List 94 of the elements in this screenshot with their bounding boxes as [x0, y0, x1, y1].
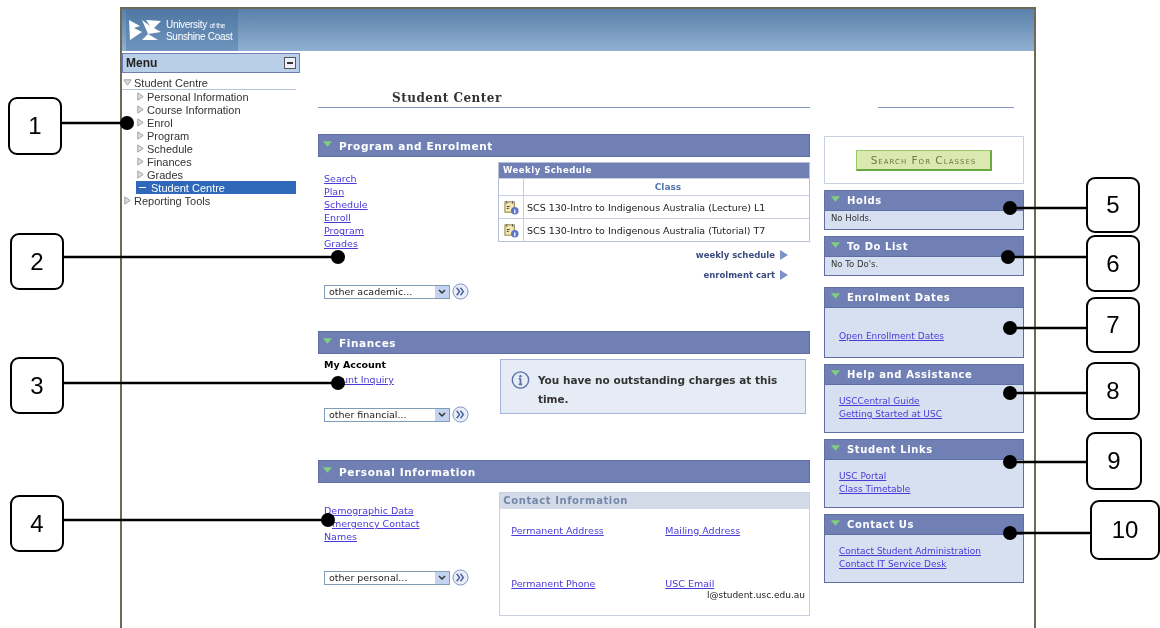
caret-icon [438, 288, 446, 295]
logo-icon [128, 18, 162, 42]
callout-number: 1 [8, 97, 62, 155]
go-button[interactable] [452, 569, 469, 586]
menu-item[interactable]: Course Information [136, 103, 296, 116]
link[interactable]: Contact Student Administration [839, 545, 982, 558]
link[interactable]: Program [324, 224, 365, 237]
menu-item[interactable]: Student Centre [136, 181, 296, 194]
calendar-info-icon[interactable] [503, 199, 519, 215]
link[interactable]: Search [324, 172, 357, 185]
triangle-down-icon [830, 240, 841, 249]
link[interactable]: Mailing Address [665, 525, 809, 536]
link[interactable]: Open Enrollment Dates [839, 330, 944, 343]
section-header[interactable]: Finances [318, 331, 810, 354]
link[interactable]: USC Portal [839, 470, 887, 483]
search-button[interactable]: Search For Classes [855, 149, 993, 171]
section-title: Finances [339, 336, 397, 349]
link[interactable]: Class Timetable [839, 483, 911, 496]
link[interactable]: Permanent Address [511, 525, 666, 536]
triangle-down-icon [830, 443, 841, 452]
triangle-down-icon [123, 78, 132, 87]
callout-number: 7 [1086, 297, 1140, 353]
link[interactable]: Plan [324, 185, 345, 198]
section-title: Personal Information [339, 465, 476, 478]
panel-title: Contact Information [500, 493, 809, 509]
link[interactable]: Grades [324, 237, 358, 250]
go-button[interactable] [452, 283, 469, 300]
callout-number: 10 [1090, 500, 1160, 560]
triangle-down-icon [322, 139, 333, 148]
link[interactable]: weekly schedule [695, 250, 775, 260]
triangle-down-icon [830, 194, 841, 203]
caret-icon [438, 411, 446, 418]
triangle-down-icon [830, 368, 841, 377]
callout-number: 2 [10, 233, 64, 290]
link[interactable]: Contact IT Service Desk [839, 558, 947, 571]
dropdown[interactable]: other academic... [324, 284, 450, 299]
dropdown[interactable]: other personal... [324, 570, 450, 585]
panel-text: No Holds. [831, 213, 872, 223]
callout-number: 5 [1086, 177, 1140, 233]
calendar-info-icon[interactable] [503, 222, 519, 238]
callout-number: 4 [10, 495, 64, 552]
menu-item[interactable]: Finances [136, 155, 296, 168]
leader-line [62, 116, 134, 130]
triangle-down-icon [322, 336, 333, 345]
menu-item[interactable]: Grades [136, 168, 296, 181]
panel-title: Contact Us [847, 519, 915, 530]
page-title: Student Center [392, 91, 502, 105]
section-header[interactable]: Program and Enrolment [318, 134, 810, 157]
menu-item[interactable]: Enrol [136, 116, 296, 129]
collapse-icon[interactable] [284, 57, 296, 69]
dropdown[interactable]: other financial... [324, 407, 450, 422]
message-text: You have no outstanding charges at this time. [537, 373, 779, 407]
panel-title: Help and Assistance [847, 369, 973, 380]
menu-item[interactable]: Student Centre [122, 76, 296, 90]
go-button[interactable] [452, 406, 469, 423]
menu-title: Menu [126, 56, 158, 70]
link[interactable]: Getting Started at USC [839, 408, 942, 421]
table-title: Weekly Schedule [499, 163, 809, 178]
triangle-down-icon [830, 291, 841, 300]
triangle-down-icon [322, 465, 333, 474]
menu-item[interactable]: Schedule [136, 142, 296, 155]
link[interactable]: Permanent Phone [511, 578, 666, 589]
column-header: Class [653, 182, 683, 192]
panel-title: Holds [847, 195, 882, 206]
panel-text: No To Do's. [831, 259, 879, 269]
panel-title: Enrolment Dates [847, 292, 951, 303]
link[interactable]: USCCentral Guide [839, 395, 920, 408]
link[interactable]: USC Email [665, 578, 809, 589]
menu-item[interactable]: Program [136, 129, 296, 142]
callout-number: 8 [1086, 362, 1140, 420]
subheading: My Account [324, 359, 388, 370]
callout-number: 6 [1086, 235, 1140, 292]
menu-item[interactable]: Reporting Tools [122, 194, 300, 207]
link[interactable]: mergency Contact [332, 517, 420, 530]
callout-number: 9 [1086, 432, 1142, 490]
email-text: l@student.usc.edu.au [707, 590, 805, 600]
panel-title: To Do List [847, 241, 909, 252]
link[interactable]: Schedule [324, 198, 368, 211]
logo-name: Sunshine Coast [166, 30, 233, 42]
link[interactable]: Demographic Data [324, 504, 414, 517]
section-title: Program and Enrolment [339, 139, 493, 152]
link[interactable]: enrolment cart [703, 270, 775, 280]
triangle-right-icon [123, 196, 132, 205]
link[interactable]: Names [324, 530, 357, 543]
triangle-down-icon [830, 518, 841, 527]
table-cell-text: SCS 130-Intro to Indigenous Australia (Tutorial) T7 [526, 224, 767, 236]
section-header[interactable]: Personal Information [318, 460, 810, 483]
callout-number: 3 [10, 357, 64, 414]
caret-icon [438, 574, 446, 581]
panel-title: Student Links [847, 444, 933, 455]
info-icon [511, 370, 530, 390]
menu-item[interactable]: Personal Information [136, 90, 296, 103]
link[interactable]: Enroll [324, 211, 351, 224]
table-cell-text: SCS 130-Intro to Indigenous Australia (Lecture) L1 [526, 201, 767, 213]
